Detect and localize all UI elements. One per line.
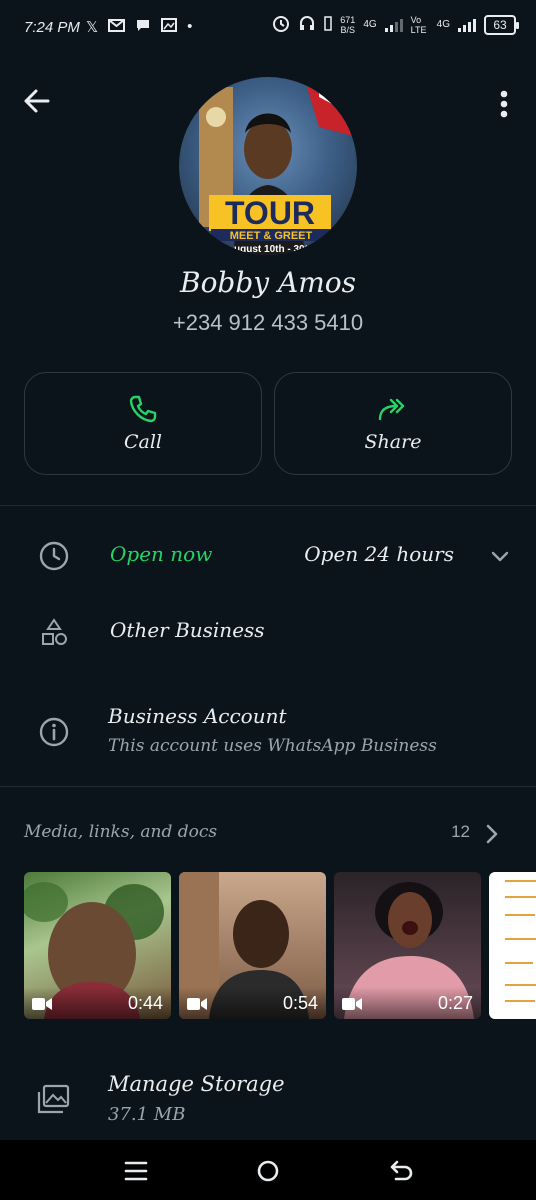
shapes-icon	[42, 618, 67, 645]
battery-indicator: 63	[484, 14, 519, 35]
media-thumbnail[interactable]: 0:44	[24, 872, 171, 1019]
hours-detail: Open 24 hours	[304, 542, 454, 566]
alarm-icon	[272, 14, 290, 35]
net-speed-unit: B/S	[340, 24, 356, 35]
network-1: 4G	[363, 19, 377, 30]
divider	[0, 505, 536, 506]
gmail-icon	[108, 18, 126, 37]
back-button[interactable]	[20, 84, 54, 118]
status-right: 671 B/S 4G Vo LTE 4G 63	[272, 14, 519, 35]
clock-icon	[39, 541, 69, 571]
avatar-text-meet: MEET & GREET	[230, 230, 313, 242]
signal-2-icon	[458, 18, 476, 32]
video-camera-icon	[342, 998, 362, 1010]
hours-row[interactable]: Open now Open 24 hours	[0, 536, 536, 576]
signal-1-icon	[384, 18, 403, 32]
other-business-label: Other Business	[110, 618, 265, 642]
info-icon	[39, 717, 69, 747]
media-count[interactable]: 12	[451, 822, 470, 842]
business-account-row[interactable]: Business Account This account uses Whats…	[0, 704, 536, 764]
avatar-text-tour: TOUR	[225, 195, 315, 231]
image-icon	[161, 18, 178, 37]
status-time: 7:24 PM	[24, 19, 80, 36]
avatar-text-dates: ugust 10th - 30t	[234, 244, 309, 255]
avatar-image: TOUR MEET & GREET ugust 10th - 30t	[199, 87, 357, 255]
arrow-left-icon	[24, 89, 50, 113]
other-business-row[interactable]: Other Business	[0, 612, 536, 652]
document-thumbnail[interactable]	[489, 872, 536, 1019]
folder-image-icon	[37, 1084, 70, 1114]
video-duration: 0:44	[127, 993, 163, 1013]
call-label: Call	[123, 431, 163, 453]
network-2: 4G	[436, 19, 450, 30]
forward-icon	[378, 398, 405, 421]
notification-icons: 𝕏 •	[86, 18, 192, 37]
profile-avatar[interactable]: TOUR MEET & GREET ugust 10th - 30t	[179, 77, 357, 255]
call-button[interactable]: Call	[24, 372, 262, 475]
media-section-title[interactable]: Media, links, and docs	[24, 822, 217, 842]
video-camera-icon	[187, 998, 207, 1010]
x-icon: 𝕏	[86, 19, 99, 36]
media-thumbnail[interactable]: 0:27	[334, 872, 481, 1019]
share-button[interactable]: Share	[274, 372, 512, 475]
status-bar: 7:24 PM 𝕏 • 671 B/S 4G Vo LTE 4G 63	[0, 0, 536, 60]
system-nav-bar	[0, 1140, 536, 1200]
phone-icon	[129, 395, 157, 423]
media-thumbnail[interactable]: 0:54	[179, 872, 326, 1019]
more-vertical-icon	[500, 90, 508, 118]
document-preview	[505, 880, 536, 1002]
storage-size: 37.1 MB	[108, 1104, 186, 1125]
chevron-down-icon[interactable]	[490, 546, 510, 566]
profile-phone: +234 912 433 5410	[172, 310, 364, 335]
share-label: Share	[364, 431, 422, 453]
chat-bubble-icon	[135, 18, 151, 37]
profile-name: Bobby Amos	[180, 266, 356, 299]
chevron-right-icon[interactable]	[484, 823, 500, 845]
dot-icon: •	[187, 18, 193, 35]
business-account-title: Business Account	[108, 704, 287, 728]
more-options-button[interactable]	[494, 86, 514, 120]
open-now-status: Open now	[110, 542, 213, 566]
manage-storage-label: Manage Storage	[108, 1072, 285, 1096]
divider	[0, 786, 536, 787]
volte-label: Vo LTE	[410, 14, 427, 35]
net-speed-value: 671	[340, 14, 356, 25]
business-account-subtitle: This account uses WhatsApp Business	[108, 736, 437, 756]
back-nav-icon[interactable]	[388, 1158, 416, 1184]
headphones-icon	[298, 14, 316, 35]
video-duration: 0:54	[282, 993, 318, 1013]
menu-icon[interactable]	[122, 1158, 150, 1184]
video-duration: 0:27	[437, 993, 473, 1013]
battery-saver-icon	[324, 15, 333, 34]
net-speed: 671 B/S	[340, 15, 355, 35]
home-circle-icon[interactable]	[254, 1158, 282, 1184]
video-camera-icon	[32, 998, 52, 1010]
